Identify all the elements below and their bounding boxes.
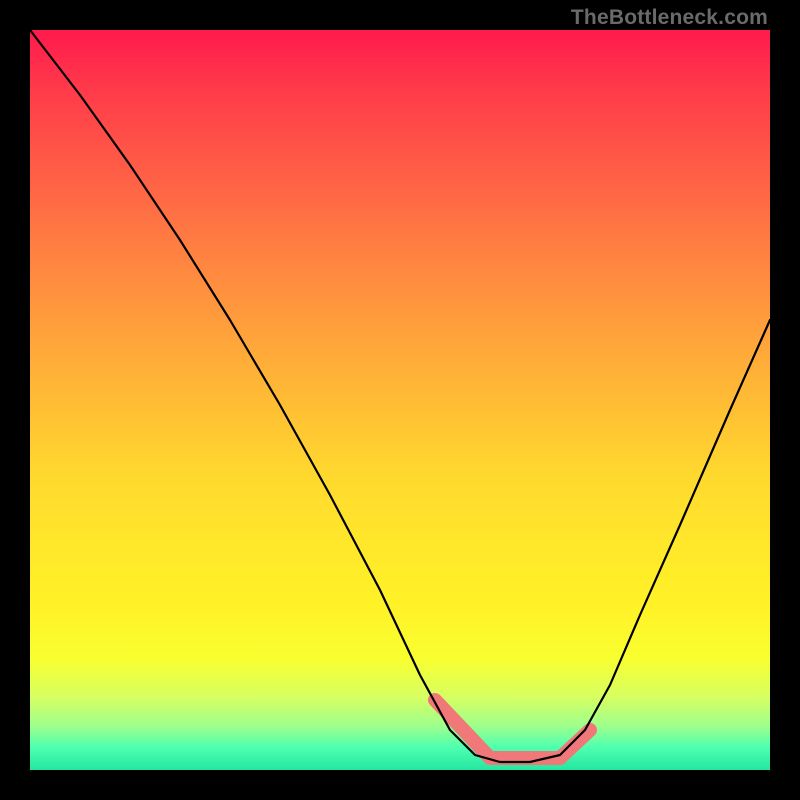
plot-area xyxy=(30,30,770,770)
curve-svg xyxy=(30,30,770,770)
watermark-text: TheBottleneck.com xyxy=(571,6,768,30)
chart-frame: TheBottleneck.com xyxy=(0,0,800,800)
main-curve xyxy=(30,30,770,762)
